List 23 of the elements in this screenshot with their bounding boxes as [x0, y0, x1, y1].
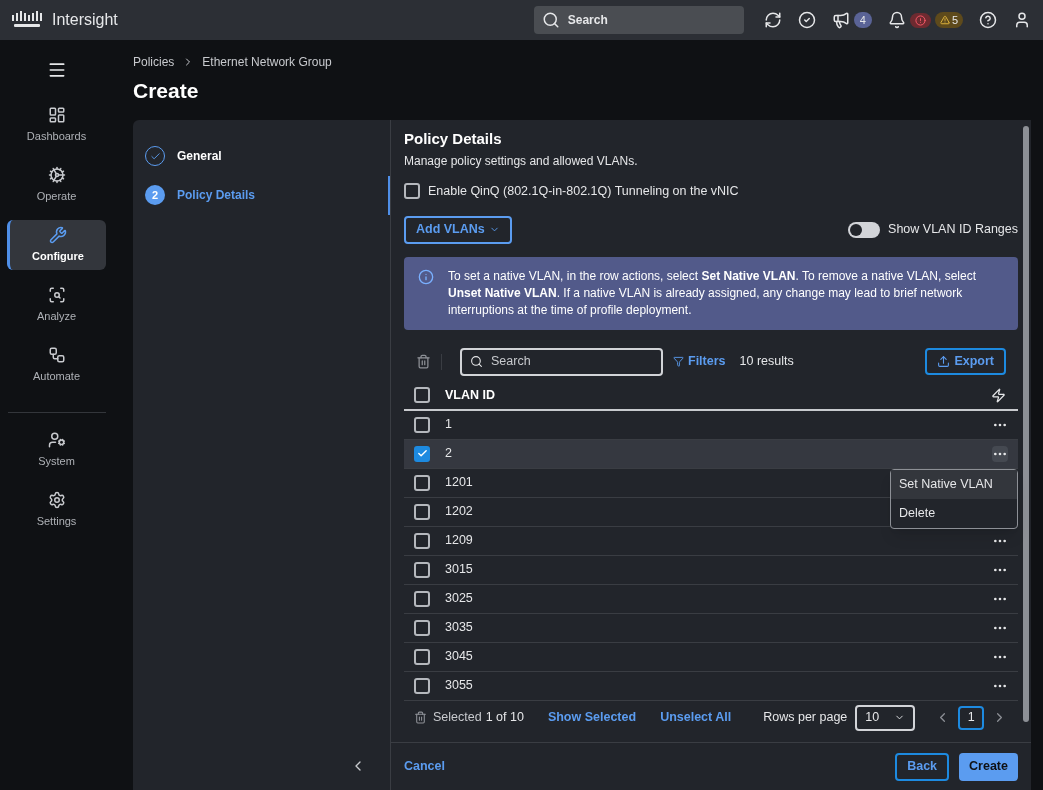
section-title: Policy Details	[404, 128, 503, 149]
vlan-id-cell-text: 3025	[445, 590, 473, 608]
results-count: 10 results	[739, 353, 794, 371]
vlan-id-cell-text: 1202	[445, 503, 473, 521]
vlan-id-cell-text: 1209	[445, 532, 473, 550]
vlan-id-cell-text: 2	[445, 445, 452, 463]
selected-label: Selected	[433, 709, 482, 727]
vlan-id-cell-text: 3035	[445, 619, 473, 637]
toggle-label: Show VLAN ID Ranges	[888, 221, 1018, 239]
checkbox-label: Enable QinQ (802.1Q-in-802.1Q) Tunneling on the vNIC	[428, 183, 739, 200]
vlan-id-cell-text: 3045	[445, 648, 473, 666]
selected-count: 1 of 10	[485, 709, 524, 727]
info-text: To set a native VLAN, in the row actions, select Set Native VLAN. To remove a native VLAN, select Unset Native VLAN. If a native VLAN is already assigned, any change may lead to brief network interruptions at the time of profile deployment.	[448, 267, 978, 319]
page-title: Create	[133, 78, 200, 104]
step-number: 2	[145, 185, 165, 205]
rows-per-page-label: Rows per page	[763, 709, 848, 727]
vlan-id-cell-text: 3055	[445, 677, 473, 695]
count-badge: 4	[853, 11, 872, 29]
vlan-id-cell-text: 1	[445, 416, 452, 434]
section-description: Manage policy settings and allowed VLANs.	[404, 153, 639, 170]
vlan-id-cell-text: 1201	[445, 474, 473, 492]
brand-name: Intersight	[52, 10, 118, 30]
vlan-id-cell-text: 3015	[445, 561, 473, 579]
